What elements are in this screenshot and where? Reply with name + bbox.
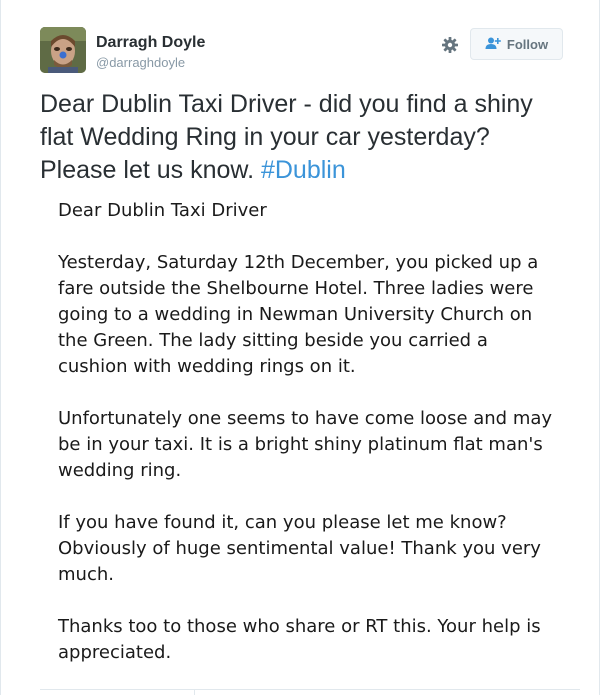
note-paragraph-2: Unfortunately one seems to have come loo… [58,408,553,481]
attached-image[interactable]: Dear Dublin Taxi Driver Yesterday, Satur… [40,188,580,695]
user-info: Darragh Doyle @darraghdoyle [96,34,205,71]
footer-divider [40,689,580,690]
follow-label: Follow [506,36,549,52]
gear-icon[interactable] [441,36,459,54]
follow-button[interactable]: Follow [470,28,563,60]
note-paragraph-3: If you have found it, can you please let… [58,512,541,585]
tweet-card: Darragh Doyle @darraghdoyle Follow Dear … [0,0,600,695]
image-note-text: Dear Dublin Taxi Driver Yesterday, Satur… [58,198,563,692]
screen-name[interactable]: @darraghdoyle [96,55,205,71]
add-user-icon [485,37,507,52]
note-greeting: Dear Dublin Taxi Driver [58,200,267,221]
note-paragraph-1: Yesterday, Saturday 12th December, you p… [58,252,539,377]
footer-divider-tick [194,689,195,695]
avatar[interactable] [40,27,86,73]
hashtag-link[interactable]: #Dublin [261,156,346,184]
display-name[interactable]: Darragh Doyle [96,34,205,52]
note-paragraph-4: Thanks too to those who share or RT this… [58,616,541,663]
tweet-text: Dear Dublin Taxi Driver - did you find a… [40,88,570,187]
